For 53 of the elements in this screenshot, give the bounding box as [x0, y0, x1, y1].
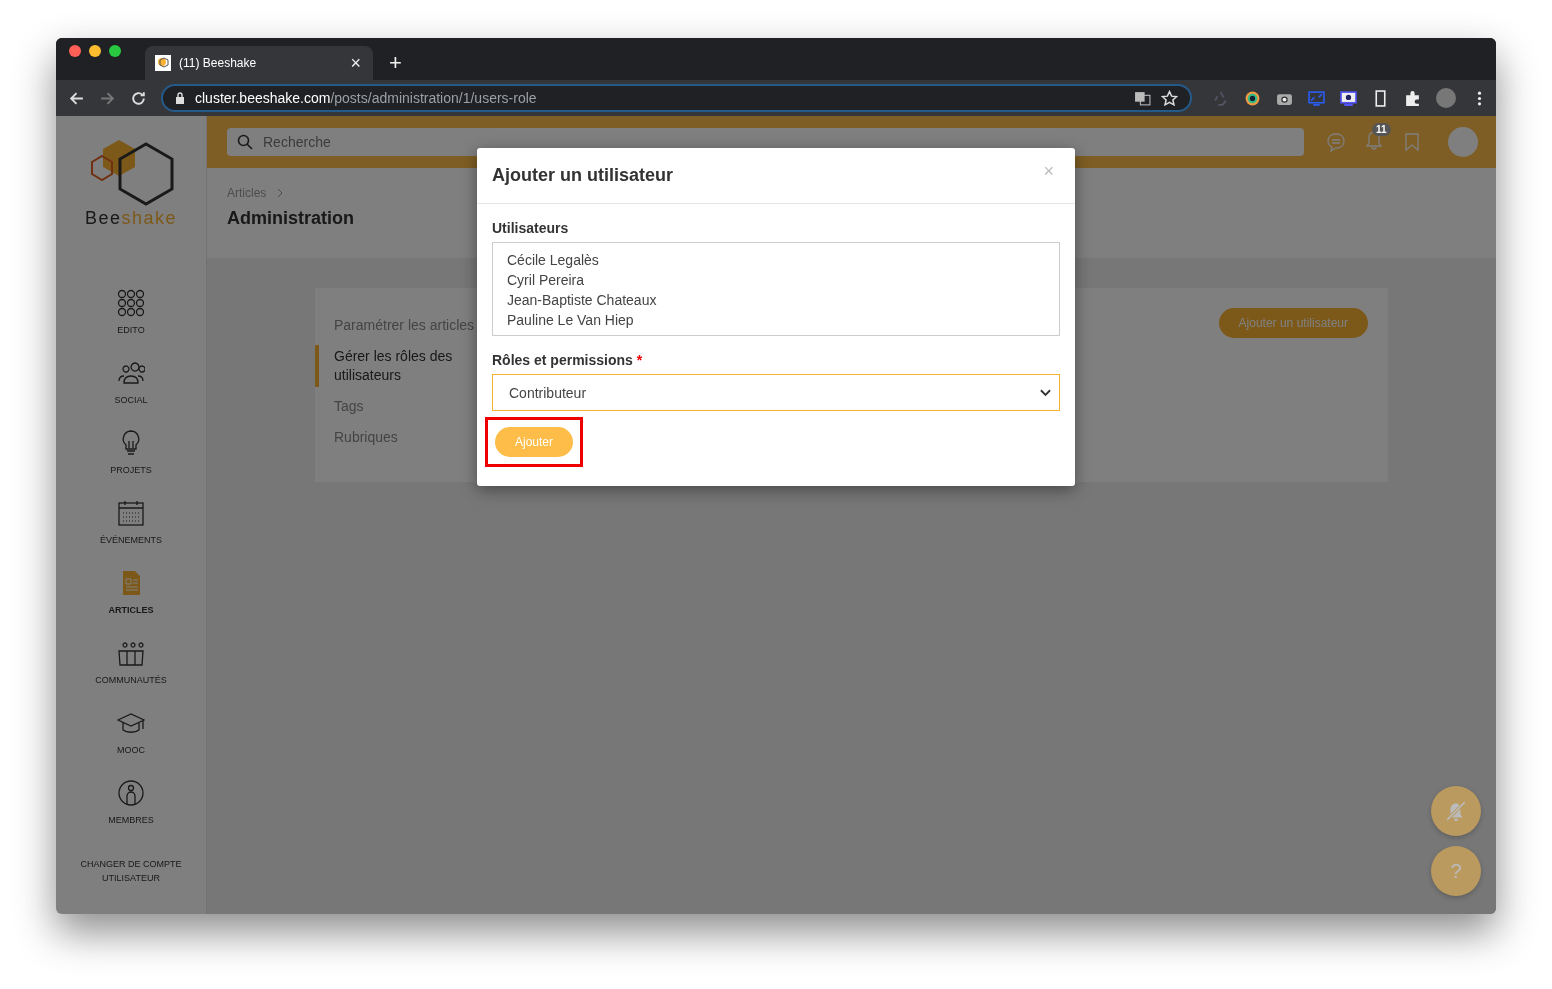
bell-off-icon [1445, 800, 1467, 822]
new-tab-button[interactable]: + [387, 52, 404, 74]
caret-icon [1040, 388, 1051, 397]
settings-menu-item[interactable]: Paramétrer les articles [315, 314, 475, 337]
grid-icon [117, 289, 145, 317]
user-option[interactable]: Pauline Le Van Hiep [507, 310, 1045, 330]
nav-item[interactable]: ARTICLES [108, 569, 154, 639]
settings-menu-item[interactable]: Tags [315, 395, 475, 418]
required-mark: * [636, 352, 643, 368]
color-ring-icon[interactable] [1244, 89, 1261, 107]
calendar-icon [117, 499, 145, 527]
settings-menu-item[interactable]: Rubriques [315, 426, 475, 449]
nav-item[interactable]: EDITO [117, 289, 145, 359]
logo-text: Beeshake [84, 208, 178, 229]
chevron-right-icon [276, 188, 284, 198]
phone-frame-icon[interactable] [1372, 89, 1389, 107]
user-option[interactable]: Cyril Pereira [507, 270, 1045, 290]
reload-icon[interactable] [130, 89, 147, 107]
users-list[interactable]: Cécile Legalès Cyril Pereira Jean-Baptiste Chateaux Pauline Le Van Hiep [492, 242, 1060, 336]
profile-avatar[interactable] [1436, 88, 1456, 108]
favicon-icon [155, 55, 171, 71]
page-title: Administration [227, 208, 354, 229]
mute-notifications-button[interactable] [1431, 786, 1481, 836]
person-icon [117, 779, 145, 807]
translate-icon[interactable] [1134, 89, 1151, 107]
nav-item[interactable]: MEMBRES [108, 779, 154, 849]
extensions-icon[interactable] [1404, 89, 1421, 107]
user-option[interactable]: Jean-Baptiste Chateaux [507, 290, 1045, 310]
dialog-title: Ajouter un utilisateur [492, 165, 673, 186]
nav-item[interactable]: MOOC [117, 709, 145, 779]
browser-tab[interactable]: (11) Beeshake × [145, 46, 373, 80]
url-text: cluster.beeshake.com/posts/administration/1/users-role [195, 90, 537, 106]
user-option[interactable]: Cécile Legalès [507, 250, 1045, 270]
group-icon [117, 639, 145, 667]
notification-count: 11 [1372, 123, 1391, 136]
field-label: Utilisateurs [492, 220, 570, 236]
close-window-icon[interactable] [69, 45, 81, 57]
role-select[interactable]: Contributeur [492, 374, 1060, 411]
switch-account-link[interactable]: CHANGER DE COMPTE UTILISATEUR [76, 857, 186, 885]
maximize-window-icon[interactable] [109, 45, 121, 57]
people-icon [117, 359, 145, 387]
nav-item[interactable]: PROJETS [110, 429, 152, 499]
nav-item[interactable]: SOCIAL [114, 359, 148, 429]
close-tab-button[interactable]: × [348, 54, 363, 72]
nav-item[interactable]: ÉVÉNEMENTS [100, 499, 162, 569]
star-icon[interactable] [1161, 89, 1178, 107]
tab-title: (11) Beeshake [179, 56, 258, 70]
screen-record-icon[interactable] [1340, 89, 1357, 107]
lock-icon [175, 92, 185, 104]
field-label: Rôles et permissions [492, 352, 633, 368]
nav-item[interactable]: COMMUNAUTÉS [95, 639, 167, 709]
address-bar[interactable]: cluster.beeshake.com/posts/administration/1/users-role [161, 84, 1192, 112]
minimize-window-icon[interactable] [89, 45, 101, 57]
